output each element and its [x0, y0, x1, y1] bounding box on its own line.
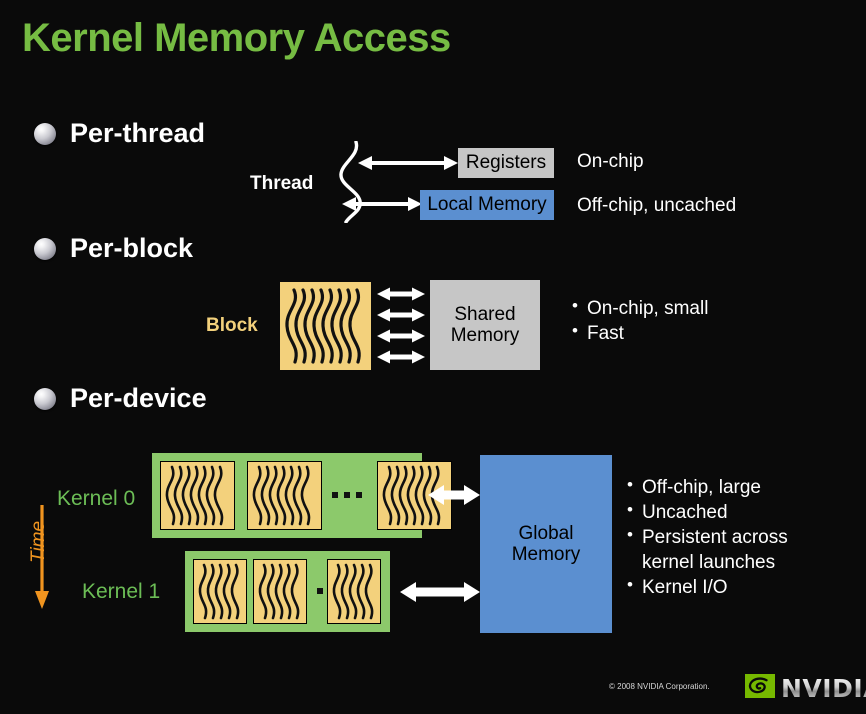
- kernel-0-grid: [152, 453, 452, 538]
- local-memory-box: Local Memory: [420, 190, 554, 220]
- copyright-text: © 2008 NVIDIA Corporation.: [609, 682, 710, 691]
- arrow-kernel1-global-memory: [400, 580, 480, 609]
- list-item: Off-chip, large: [625, 474, 788, 500]
- global-memory-box: Global Memory: [480, 455, 612, 633]
- note-on-chip: On-chip: [577, 151, 644, 172]
- section-heading-per-block: Per-block: [34, 233, 193, 264]
- shared-memory-label-line1: Shared: [454, 303, 516, 325]
- nvidia-eye-icon: [745, 674, 775, 703]
- arrow-block-shared-memory: [377, 287, 425, 370]
- time-label: Time: [28, 520, 49, 563]
- local-memory-label: Local Memory: [427, 194, 547, 216]
- per-device-bullet-list: Off-chip, large Uncached Persistent acro…: [625, 474, 788, 600]
- sphere-bullet-icon: [34, 122, 56, 145]
- list-item: Uncached: [625, 499, 788, 525]
- list-item-continuation: kernel launches: [642, 552, 776, 574]
- kernel-1-label: Kernel 1: [82, 580, 161, 603]
- block-label: Block: [206, 315, 258, 336]
- section-label-per-device: Per-device: [70, 383, 207, 413]
- block-square: [253, 559, 307, 624]
- sphere-bullet-icon: [34, 237, 56, 260]
- list-item: On-chip, small: [570, 295, 708, 321]
- sphere-bullet-icon: [34, 387, 56, 410]
- arrow-thread-registers: [358, 155, 458, 176]
- nvidia-logo: NVIDIA.: [745, 674, 866, 703]
- block-square: [247, 461, 322, 530]
- slide-canvas: Kernel Memory Access Per-thread Thread R…: [0, 0, 866, 714]
- block-square: [193, 559, 247, 624]
- section-label-per-thread: Per-thread: [70, 118, 206, 148]
- section-label-per-block: Per-block: [70, 233, 194, 263]
- thread-squiggles-icon: [285, 288, 361, 364]
- block-threads-square: [280, 282, 371, 370]
- kernel-1-grid: [185, 551, 390, 632]
- kernel-0-label: Kernel 0: [57, 487, 136, 510]
- global-memory-label-line2: Memory: [511, 544, 581, 565]
- shared-memory-box: Shared Memory: [430, 280, 540, 370]
- global-memory-label-line1: Global: [518, 522, 574, 544]
- section-heading-per-thread: Per-thread: [34, 118, 205, 149]
- list-item: Kernel I/O: [625, 574, 788, 600]
- section-heading-per-device: Per-device: [34, 383, 207, 414]
- list-item: Persistent across: [625, 524, 788, 550]
- nvidia-wordmark: NVIDIA.: [781, 674, 866, 703]
- per-block-bullet-list: On-chip, small Fast: [570, 295, 708, 346]
- registers-label: Registers: [465, 152, 547, 174]
- note-off-chip-uncached: Off-chip, uncached: [577, 195, 737, 216]
- page-title: Kernel Memory Access: [22, 16, 451, 60]
- shared-memory-label-line2: Memory: [450, 325, 520, 346]
- block-square: [327, 559, 381, 624]
- thread-label: Thread: [250, 173, 314, 194]
- block-square: [160, 461, 235, 530]
- arrow-kernel0-global-memory: [428, 483, 480, 512]
- list-item: Fast: [570, 320, 708, 346]
- arrow-thread-local-memory: [342, 196, 422, 217]
- registers-box: Registers: [458, 148, 554, 178]
- kernel-0-ellipsis: [332, 492, 362, 498]
